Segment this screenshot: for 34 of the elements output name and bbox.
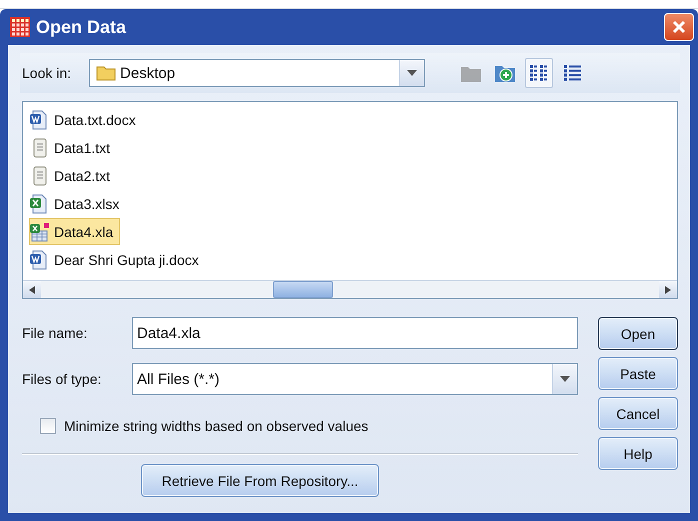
look-in-dropdown[interactable]: Desktop xyxy=(89,59,426,87)
dialog-button[interactable]: Paste xyxy=(598,357,678,390)
file-name-field[interactable]: Data4.xla xyxy=(132,317,578,349)
dialog-button[interactable]: Help xyxy=(598,437,678,470)
file-item[interactable]: Data4.xla xyxy=(29,218,120,245)
dropdown-caret-icon xyxy=(560,376,570,382)
spreadsheet-addin-icon xyxy=(30,222,50,242)
file-item[interactable]: Dear Shri Gupta ji.docx xyxy=(29,246,206,273)
list-view-icon xyxy=(529,64,550,82)
files-of-type-label: Files of type: xyxy=(22,371,102,387)
close-icon xyxy=(672,20,686,34)
folder-icon xyxy=(96,65,116,81)
file-item[interactable]: Data.txt.docx xyxy=(29,106,143,133)
checkbox[interactable] xyxy=(40,418,56,434)
close-button[interactable] xyxy=(664,13,694,41)
horizontal-scrollbar[interactable] xyxy=(23,280,677,298)
file-item[interactable]: Data2.txt xyxy=(29,162,118,189)
scroll-left-icon xyxy=(29,286,35,294)
checkbox-label: Minimize string widths based on observed values xyxy=(64,418,368,434)
file-item[interactable]: Data1.txt xyxy=(29,134,118,161)
files-of-type-dropdown[interactable]: All Files (*.*) xyxy=(132,363,578,395)
grid-icon xyxy=(10,17,30,37)
scrollbar-thumb[interactable] xyxy=(273,281,333,298)
file-item[interactable]: Data3.xlsx xyxy=(29,190,126,217)
details-view-icon xyxy=(563,64,584,82)
list-view-button[interactable] xyxy=(525,58,554,88)
look-in-label: Look in: xyxy=(22,65,72,81)
retrieve-button[interactable]: Retrieve File From Repository... xyxy=(141,464,379,497)
dialog-button[interactable]: Cancel xyxy=(598,397,678,430)
scroll-right-icon xyxy=(665,286,671,294)
dialog-button[interactable]: Open xyxy=(598,317,678,350)
window-title: Open Data xyxy=(36,16,128,38)
file-name-label: File name: xyxy=(22,325,88,341)
dropdown-caret-icon xyxy=(407,70,418,76)
